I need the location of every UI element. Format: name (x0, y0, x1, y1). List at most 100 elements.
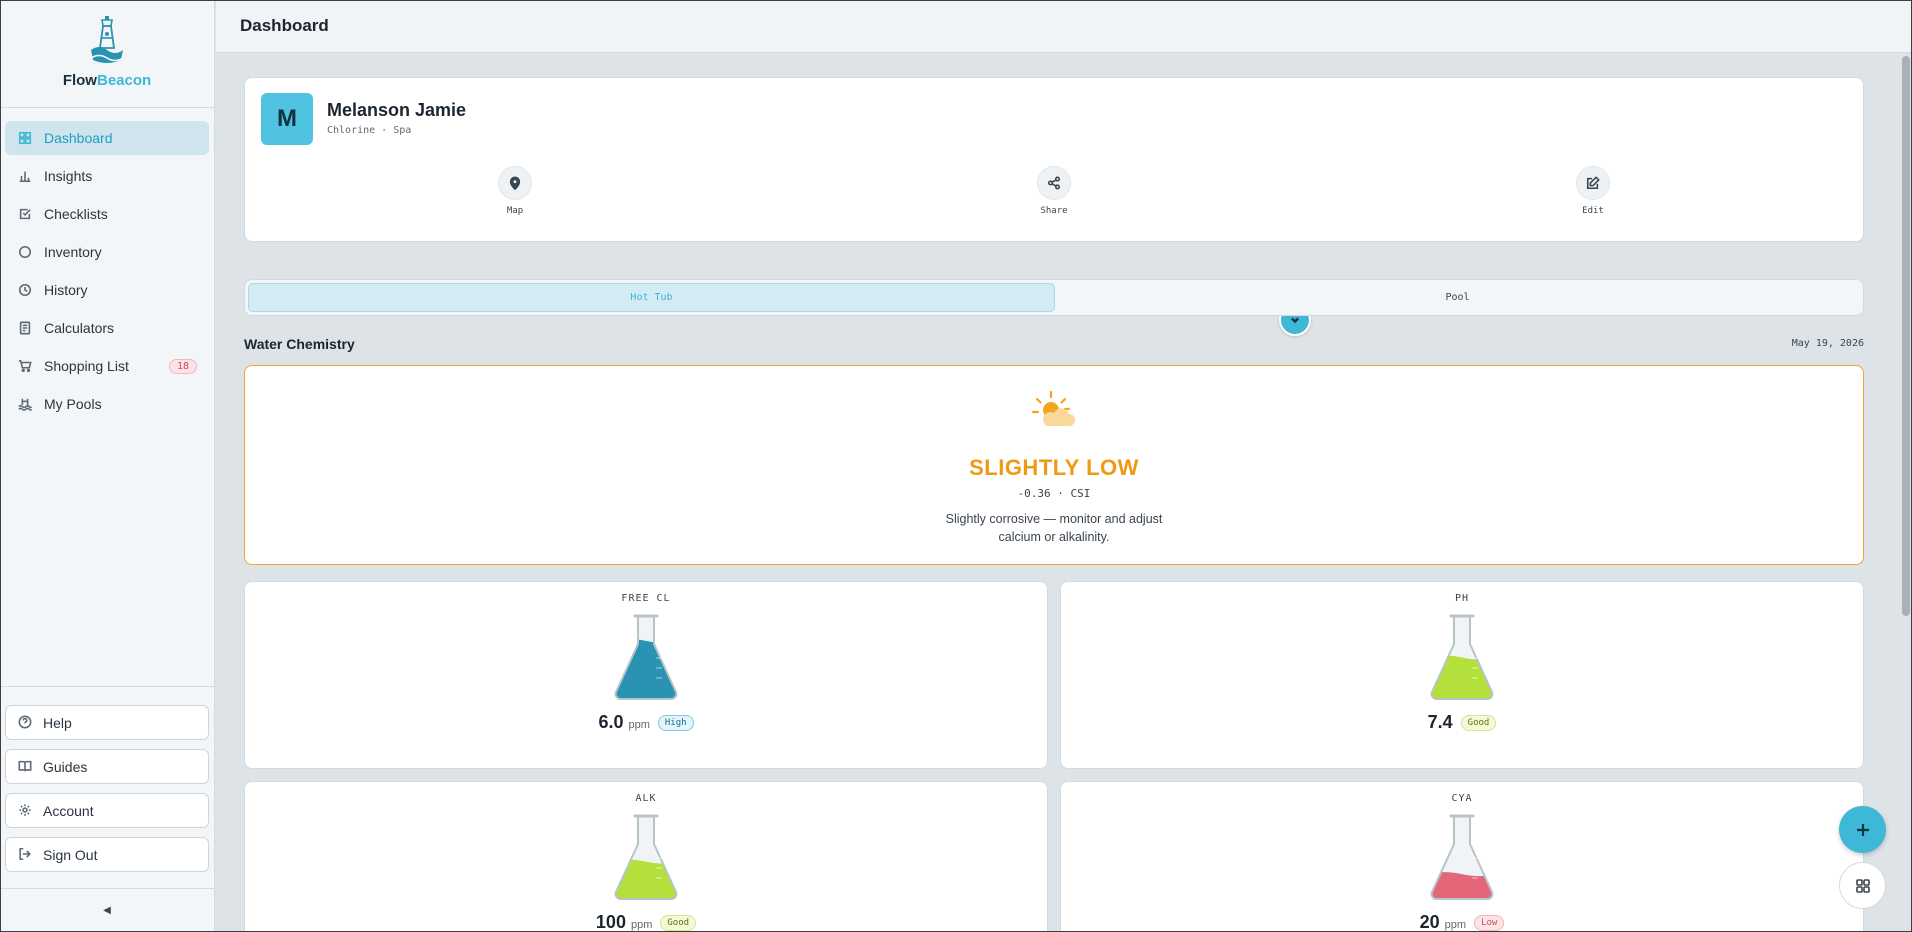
guides-button[interactable]: Guides (5, 749, 209, 784)
sidebar-item-history[interactable]: History (5, 273, 209, 307)
metric-value: 100 (595, 912, 626, 932)
metric-reading: 6.0 ppm High (245, 712, 1047, 734)
sidebar-item-label: History (44, 282, 88, 298)
gear-icon (18, 803, 34, 819)
flask-icon (1430, 614, 1494, 700)
sidebar-item-inventory[interactable]: Inventory (5, 235, 209, 269)
book-icon (18, 759, 34, 775)
grid-icon (1855, 878, 1870, 893)
status-badge: High (657, 715, 694, 731)
sidebar-item-label: Shopping List (44, 358, 129, 374)
metric-reading: 20 ppm Low (1061, 912, 1863, 932)
map-pin-icon (509, 176, 521, 190)
profile-name: Melanson Jamie (327, 100, 467, 120)
sidebar-item-label: My Pools (44, 396, 102, 412)
sidebar-item-dashboard[interactable]: Dashboard (5, 121, 209, 155)
bar-chart-icon (17, 168, 33, 184)
metric-unit: ppm (1444, 919, 1467, 931)
sidebar: FlowBeacon Dashboard Insights Checklists… (0, 0, 215, 932)
edit-icon (1586, 176, 1600, 190)
profile-card: M Melanson Jamie Chlorine · Spa Map Shar… (244, 77, 1864, 242)
tab-pool[interactable]: Pool (1055, 283, 1860, 312)
avatar: M (261, 93, 313, 145)
share-icon (1047, 176, 1061, 190)
status-badge: Low (1474, 915, 1505, 931)
metric-value: 6.0 (598, 712, 624, 732)
chevron-left-icon: ◀ (103, 905, 111, 916)
metric-card-ph[interactable]: PH 7.4 Good (1060, 581, 1864, 769)
page-title: Dashboard (240, 16, 329, 35)
collapse-sidebar-button[interactable]: ◀ (0, 888, 214, 932)
quick-menu-button[interactable] (1839, 862, 1886, 909)
help-label: Help (43, 714, 72, 731)
flask-liquid (1431, 872, 1493, 899)
app-logo[interactable]: FlowBeacon (0, 0, 214, 108)
share-button[interactable]: Share (1024, 166, 1084, 216)
metric-value: 20 (1419, 912, 1440, 932)
top-bar: Dashboard (216, 0, 1912, 53)
profile-subtitle: Chlorine · Spa (327, 125, 412, 136)
sidebar-bottom-group: Help Guides Account Sign Out (0, 686, 214, 881)
logout-icon (18, 847, 34, 863)
tab-hot-tub[interactable]: Hot Tub (248, 283, 1055, 312)
cart-icon (17, 358, 33, 374)
csi-status: SLIGHTLY LOW (969, 455, 1139, 480)
sun-cloud-icon (1031, 390, 1075, 426)
sidebar-item-my-pools[interactable]: My Pools (5, 387, 209, 421)
sidebar-item-label: Checklists (44, 206, 108, 222)
app-name: FlowBeacon (62, 72, 152, 89)
pool-tabs: Hot Tub Pool (244, 279, 1864, 316)
sign-out-button[interactable]: Sign Out (5, 837, 209, 872)
clock-icon (17, 282, 33, 298)
grid-icon (17, 130, 33, 146)
guides-label: Guides (43, 758, 88, 775)
metric-unit: ppm (628, 719, 650, 731)
metric-card-cya[interactable]: CYA 20 ppm Low (1060, 781, 1864, 932)
share-label: Share (1040, 206, 1068, 216)
csi-value: -0.36 · CSI (1017, 487, 1091, 500)
edit-button[interactable]: Edit (1563, 166, 1623, 216)
metric-card-free-cl[interactable]: FREE CL 6.0 ppm High (244, 581, 1048, 769)
metric-reading: 7.4 Good (1061, 712, 1863, 734)
add-reading-button[interactable] (1839, 806, 1886, 853)
map-label: Map (506, 206, 524, 216)
flask-icon (614, 814, 678, 900)
metric-label: FREE CL (621, 593, 671, 604)
lighthouse-icon (90, 16, 124, 63)
sidebar-item-calculators[interactable]: Calculators (5, 311, 209, 345)
account-label: Account (43, 802, 94, 819)
vertical-scrollbar[interactable] (1902, 56, 1910, 616)
shopping-count-badge: 18 (168, 358, 197, 374)
circle-icon (17, 244, 33, 260)
status-badge: Good (660, 915, 697, 931)
status-badge: Good (1460, 715, 1497, 731)
edit-label: Edit (1582, 206, 1604, 216)
metric-value: 7.4 (1427, 712, 1453, 732)
account-button[interactable]: Account (5, 793, 209, 828)
calculator-icon (17, 320, 33, 336)
pool-ladder-icon (17, 396, 33, 412)
sidebar-item-label: Dashboard (44, 130, 113, 146)
metric-card-alk[interactable]: ALK 100 ppm Good (244, 781, 1048, 932)
sidebar-item-insights[interactable]: Insights (5, 159, 209, 193)
help-button[interactable]: Help (5, 705, 209, 740)
water-chemistry-title: Water Chemistry (244, 336, 355, 352)
metric-reading: 100 ppm Good (245, 912, 1047, 932)
sidebar-nav: Dashboard Insights Checklists Inventory … (0, 108, 214, 421)
sidebar-item-label: Calculators (44, 320, 115, 336)
sidebar-item-checklists[interactable]: Checklists (5, 197, 209, 231)
metric-label: PH (1454, 593, 1470, 604)
flask-icon (614, 614, 678, 700)
csi-card[interactable]: SLIGHTLY LOW -0.36 · CSI Slightly corros… (244, 365, 1864, 565)
map-button[interactable]: Map (485, 166, 545, 216)
csi-description: Slightly corrosive — monitor and adjust … (945, 512, 1163, 544)
flask-liquid (1431, 655, 1493, 699)
sign-out-label: Sign Out (43, 846, 98, 863)
checkbox-icon (17, 206, 33, 222)
sidebar-item-label: Insights (44, 168, 93, 184)
help-circle-icon (18, 715, 34, 731)
sidebar-item-shopping-list[interactable]: Shopping List 18 (5, 349, 209, 383)
flask-liquid (615, 638, 677, 699)
flask-icon (1430, 814, 1494, 900)
metric-label: CYA (1451, 793, 1473, 804)
